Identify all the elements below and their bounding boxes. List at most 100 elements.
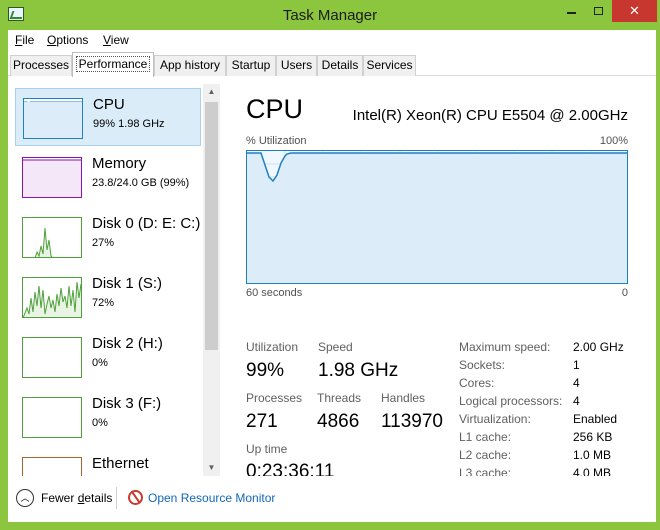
spec-value: 4 [573, 376, 580, 390]
tab-app-history[interactable]: App history [154, 55, 226, 76]
scroll-thumb[interactable] [205, 102, 218, 350]
cpu-detail-panel: CPU Intel(R) Xeon(R) CPU E5504 @ 2.00GHz… [246, 90, 646, 482]
sidebar-item-memory[interactable]: Memory 23.8/24.0 GB (99%) [15, 148, 201, 206]
disk-1-thumbnail-graph [22, 277, 82, 318]
cpu-thumbnail-line [24, 101, 82, 138]
fewer-details-rest: etails [84, 491, 113, 505]
resource-sidebar: CPU 99% 1.98 GHz Memory 23.8/24.0 GB (99… [8, 84, 218, 476]
disk-0-thumbnail-graph [22, 217, 82, 258]
sidebar-item-disk-3[interactable]: Disk 3 (F:) 0% [15, 388, 201, 446]
sidebar-item-value: 27% [92, 237, 115, 249]
spec-key: Logical processors: [459, 394, 563, 408]
menu-options-mnemonic: O [47, 33, 57, 47]
client-area: File Options View Processes Performance … [8, 30, 656, 522]
tab-users[interactable]: Users [276, 55, 317, 76]
speed-value: 1.98 GHz [318, 360, 399, 381]
resource-monitor-icon [128, 490, 143, 505]
spec-value: 1 [573, 358, 580, 372]
sidebar-item-disk-1[interactable]: Disk 1 (S:) 72% [15, 268, 201, 326]
tab-label: Details [321, 58, 359, 72]
graph-time-span: 60 seconds [246, 287, 303, 299]
disk-1-thumbnail-line [23, 281, 81, 317]
tab-label: Users [280, 58, 313, 72]
sidebar-item-name: Disk 0 (D: E: C:) [92, 215, 201, 232]
sidebar-item-value: 72% [92, 297, 115, 309]
sidebar-item-value: 99% 1.98 GHz [93, 118, 165, 130]
processes-label: Processes [246, 391, 303, 405]
tab-label: Processes [12, 58, 70, 72]
spec-key: L1 cache: [459, 430, 512, 444]
spec-value: 256 KB [573, 430, 613, 444]
threads-label: Threads [317, 391, 362, 405]
menu-view[interactable]: View [103, 33, 129, 47]
disk-3-thumbnail-graph [22, 397, 82, 438]
utilization-value: 99% [246, 360, 285, 381]
sidebar-item-name: Disk 2 (H:) [92, 335, 163, 352]
sidebar-item-disk-0[interactable]: Disk 0 (D: E: C:) 27% [15, 208, 201, 266]
spec-value: 1.0 MB [573, 448, 612, 462]
tab-label: Performance [75, 56, 151, 72]
utilization-axis-label: % Utilization [246, 135, 307, 147]
sidebar-item-value: 23.8/24.0 GB (99%) [92, 177, 190, 189]
handles-label: Handles [381, 391, 426, 405]
open-resource-monitor-link[interactable]: Open Resource Monitor [148, 491, 275, 505]
footer-bar: ︿ Fewer details Open Resource Monitor [8, 476, 656, 522]
cpu-graph-svg [247, 151, 627, 283]
sidebar-item-name: Disk 3 (F:) [92, 395, 162, 412]
maximize-icon [594, 7, 603, 15]
sidebar-item-ethernet[interactable]: Ethernet [15, 448, 201, 476]
chevron-up-icon[interactable]: ︿ [16, 489, 34, 507]
sidebar-item-cpu[interactable]: CPU 99% 1.98 GHz [15, 88, 201, 146]
tab-processes[interactable]: Processes [10, 55, 72, 76]
memory-thumbnail-fill [23, 159, 81, 197]
minimize-icon [567, 12, 576, 14]
spec-key: Cores: [459, 376, 495, 390]
tab-startup[interactable]: Startup [226, 55, 276, 76]
menu-options[interactable]: Options [47, 33, 88, 47]
disk-0-thumbnail-line [34, 227, 53, 257]
sidebar-scrollbar[interactable]: ▲ ▼ [203, 84, 220, 476]
processes-value: 271 [246, 411, 278, 432]
menu-view-mnemonic: V [103, 33, 111, 47]
tab-performance[interactable]: Performance [72, 52, 154, 77]
scroll-down-icon[interactable]: ▼ [203, 460, 220, 476]
menu-view-label: iew [110, 33, 129, 47]
spec-key: L2 cache: [459, 448, 512, 462]
sidebar-item-value: 0% [92, 417, 108, 429]
task-manager-window: Task Manager ✕ File Options View Process… [0, 0, 660, 530]
spec-key: Maximum speed: [459, 340, 551, 354]
scroll-up-icon[interactable]: ▲ [203, 84, 220, 100]
fewer-details-prefix: Fewer [41, 491, 78, 505]
sidebar-item-name: Ethernet [92, 455, 149, 472]
memory-thumbnail-graph [22, 157, 82, 198]
cpu-thumbnail-graph [23, 98, 83, 139]
threads-value: 4866 [317, 411, 360, 432]
fewer-details-button[interactable]: Fewer details [41, 491, 112, 505]
menu-file[interactable]: File [15, 33, 34, 47]
tab-strip: Processes Performance App history Startu… [8, 52, 656, 77]
utilization-axis-max: 100% [599, 135, 628, 147]
maximize-button[interactable] [585, 0, 612, 22]
menu-bar: File Options View [8, 30, 656, 52]
close-button[interactable]: ✕ [612, 0, 657, 22]
cpu-utilization-graph [246, 150, 628, 284]
footer-divider [116, 487, 117, 509]
spec-value: 4 [573, 394, 580, 408]
tab-details[interactable]: Details [317, 55, 363, 76]
minimize-button[interactable] [558, 0, 585, 22]
title-bar[interactable]: Task Manager ✕ [0, 0, 660, 30]
tab-label: Startup [231, 58, 271, 72]
ethernet-thumbnail-graph [22, 457, 82, 476]
handles-value: 113970 [381, 411, 443, 432]
close-icon: ✕ [629, 3, 640, 18]
tab-services[interactable]: Services [363, 55, 416, 76]
page-title: CPU [246, 94, 304, 124]
utilization-label: Utilization [246, 340, 299, 354]
disk-2-thumbnail-graph [22, 337, 82, 378]
cpu-graph-area [247, 153, 627, 283]
sidebar-item-disk-2[interactable]: Disk 2 (H:) 0% [15, 328, 201, 386]
menu-options-label: ptions [56, 33, 89, 47]
sidebar-item-name: Disk 1 (S:) [92, 275, 163, 292]
spec-key: Sockets: [459, 358, 506, 372]
sidebar-item-name: Memory [92, 155, 147, 172]
